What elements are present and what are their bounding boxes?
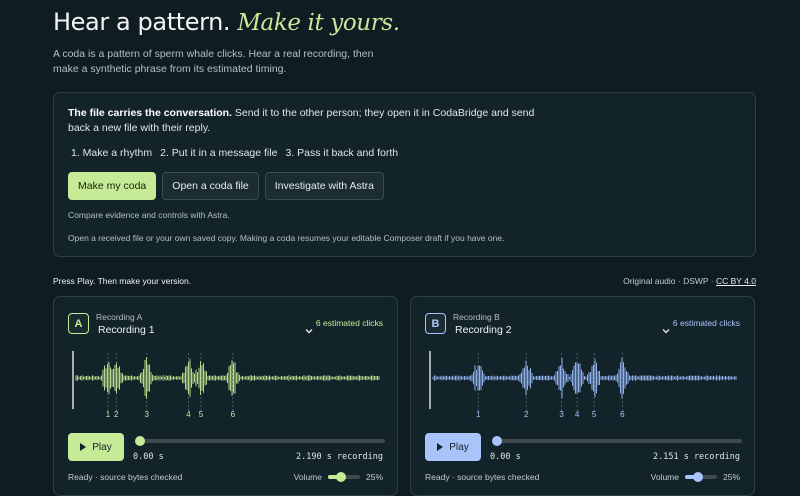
click-tick-5: 5 <box>591 410 597 419</box>
step-2: 2. Put it in a message file <box>160 147 278 159</box>
status-text: Ready · source bytes checked <box>68 472 183 482</box>
title-emphasis: Make it yours. <box>237 10 400 36</box>
seek-handle[interactable] <box>135 436 145 446</box>
click-tick-6: 6 <box>620 410 625 419</box>
open-coda-file-button[interactable]: Open a coda file <box>162 172 259 200</box>
click-tick-6: 6 <box>230 410 236 419</box>
title-plain: Hear a pattern. <box>53 8 231 36</box>
click-tick-3: 3 <box>559 410 564 419</box>
play-button[interactable]: Play <box>425 433 481 461</box>
click-tick-5: 5 <box>198 410 204 419</box>
volume-label: Volume <box>293 472 322 482</box>
click-tick-2: 2 <box>114 410 119 419</box>
waveform-samples <box>432 357 737 399</box>
click-ticks: 1 2 3 4 5 6 <box>429 410 741 422</box>
recording-badge: B <box>425 313 446 334</box>
recording-select-value: Recording 2 <box>455 324 512 336</box>
click-tick-1: 1 <box>105 410 111 419</box>
seek-slider[interactable] <box>492 436 742 446</box>
volume-control: Volume 25% <box>651 472 740 482</box>
waveform <box>429 351 737 413</box>
click-tick-2: 2 <box>524 410 529 419</box>
lead-bold: The file carries the conversation. <box>68 107 232 119</box>
waveform-samples <box>75 357 380 399</box>
current-time: 0.00 s <box>133 452 164 462</box>
intro-text: A coda is a pattern of sperm whale click… <box>53 48 374 75</box>
recording-select[interactable]: Recording 2 <box>455 324 512 336</box>
page-title: Hear a pattern. Make it yours. <box>53 6 753 39</box>
play-icon <box>80 443 87 451</box>
investigate-astra-button[interactable]: Investigate with Astra <box>264 172 384 200</box>
volume-value: 25% <box>722 472 740 482</box>
current-time: 0.00 s <box>490 452 521 462</box>
click-tick-3: 3 <box>144 410 150 419</box>
play-label: Play <box>449 441 469 453</box>
conversation-panel: The file carries the conversation. Send … <box>53 92 756 257</box>
panel-lead: The file carries the conversation. Send … <box>68 106 538 136</box>
estimated-clicks-count: 6 estimated clicks <box>672 318 740 328</box>
recording-select-value: Recording 1 <box>98 324 155 336</box>
recording-sublabel: Recording B <box>453 312 500 322</box>
recording-duration: 2.151 s recording <box>653 452 740 462</box>
hero: Hear a pattern. Make it yours. A coda is… <box>53 6 753 76</box>
waveform <box>72 351 380 413</box>
recording-sublabel: Recording A <box>96 312 143 322</box>
step-3: 3. Pass it back and forth <box>285 147 399 159</box>
seek-slider[interactable] <box>135 436 385 446</box>
action-buttons: Make my coda Open a coda file Investigat… <box>68 172 384 200</box>
recording-duration: 2.190 s recording <box>296 452 383 462</box>
recording-badge: A <box>68 313 89 334</box>
volume-slider[interactable] <box>684 472 717 482</box>
play-button[interactable]: Play <box>68 433 124 461</box>
chevron-down-icon[interactable] <box>305 327 313 335</box>
volume-value: 25% <box>365 472 383 482</box>
volume-handle[interactable] <box>692 472 703 482</box>
recording-select[interactable]: Recording 1 <box>98 324 155 336</box>
volume-control: Volume 25% <box>294 472 383 482</box>
status-text: Ready · source bytes checked <box>425 472 540 482</box>
step-1: 1. Make a rhythm <box>71 147 153 159</box>
estimated-clicks-count: 6 estimated clicks <box>315 318 383 328</box>
volume-slider[interactable] <box>327 472 360 482</box>
seek-handle[interactable] <box>492 436 502 446</box>
source-text: Original audio · DSWP · <box>623 276 716 286</box>
open-note: Open a received file or your own saved c… <box>68 233 505 243</box>
steps-list: 1. Make a rhythm 2. Put it in a message … <box>71 147 398 159</box>
source-attribution: Original audio · DSWP · CC BY 4.0 <box>623 276 756 286</box>
click-tick-4: 4 <box>574 410 580 419</box>
click-ticks: 12 3 45 6 <box>72 410 384 422</box>
click-tick-4: 4 <box>186 410 191 419</box>
play-icon <box>437 443 444 451</box>
recording-card-b: B Recording B Recording 2 6 estimated cl… <box>410 296 755 496</box>
play-prompt: Press Play. Then make your version. <box>53 276 192 286</box>
recording-card-a: A Recording A Recording 1 6 estimated cl… <box>53 296 398 496</box>
astra-note: Compare evidence and controls with Astra… <box>68 210 230 220</box>
click-tick-1: 1 <box>475 410 481 419</box>
play-label: Play <box>92 441 112 453</box>
make-coda-button[interactable]: Make my coda <box>68 172 157 200</box>
volume-handle[interactable] <box>335 472 346 482</box>
chevron-down-icon[interactable] <box>662 327 670 335</box>
volume-label: Volume <box>650 472 679 482</box>
license-link[interactable]: CC BY 4.0 <box>716 276 756 286</box>
